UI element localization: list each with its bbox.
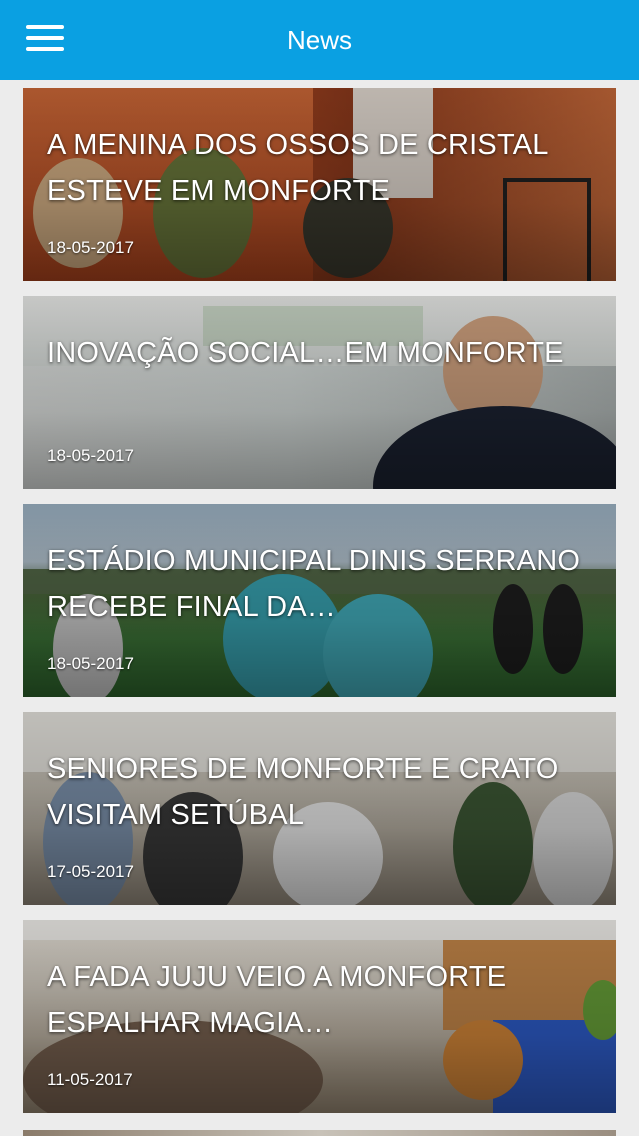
news-card-title: INOVAÇÃO SOCIAL…EM MONFORTE [47, 337, 564, 369]
news-card[interactable]: ESTÁDIO MUNICIPAL DINIS SERRANO RECEBE F… [23, 504, 616, 697]
news-feed: A MENINA DOS OSSOS DE CRISTAL ESTEVE EM … [23, 88, 616, 1128]
next-news-card-peek[interactable] [23, 1130, 616, 1136]
news-card-title: ESTÁDIO MUNICIPAL DINIS SERRANO RECEBE F… [47, 545, 581, 623]
news-card[interactable]: INOVAÇÃO SOCIAL…EM MONFORTE 18-05-2017 [23, 296, 616, 489]
news-card-title: SENIORES DE MONFORTE E CRATO VISITAM SET… [47, 753, 559, 831]
news-card-date: 11-05-2017 [47, 1070, 133, 1089]
news-card[interactable]: A FADA JUJU VEIO A MONFORTE ESPALHAR MAG… [23, 920, 616, 1113]
news-card[interactable]: A MENINA DOS OSSOS DE CRISTAL ESTEVE EM … [23, 88, 616, 281]
page-title: News [286, 25, 352, 55]
top-navbar: News [0, 0, 639, 80]
news-card[interactable]: SENIORES DE MONFORTE E CRATO VISITAM SET… [23, 712, 616, 905]
news-card-title: A MENINA DOS OSSOS DE CRISTAL ESTEVE EM … [47, 129, 548, 207]
news-card-date: 18-05-2017 [47, 446, 134, 465]
news-card-title: A FADA JUJU VEIO A MONFORTE ESPALHAR MAG… [47, 961, 507, 1039]
news-card-date: 18-05-2017 [47, 654, 134, 673]
news-card-date: 18-05-2017 [47, 238, 134, 257]
news-card-date: 17-05-2017 [47, 862, 134, 881]
